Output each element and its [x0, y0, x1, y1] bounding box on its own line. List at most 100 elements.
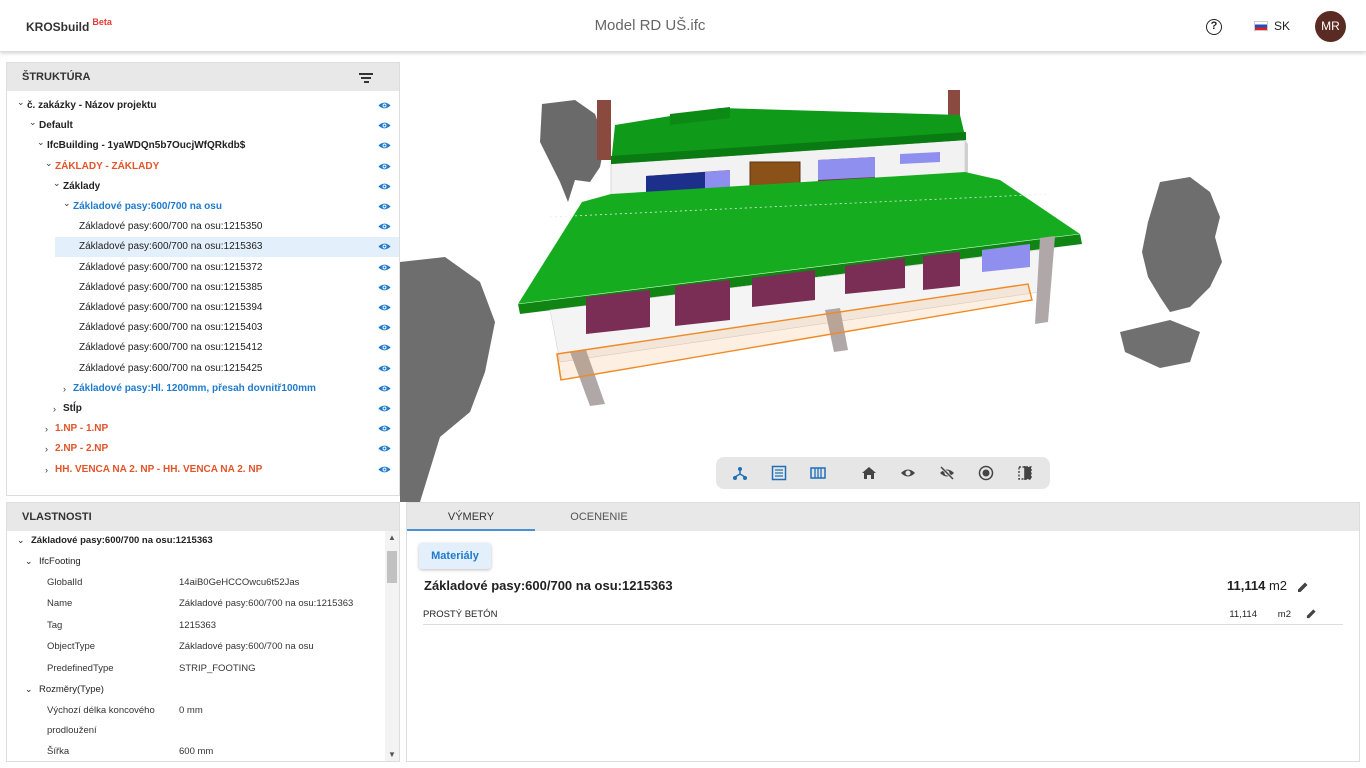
- tree-row[interactable]: Základové pasy:600/700 na osu:1215425: [7, 359, 399, 379]
- tree-item-label: 2.NP - 2.NP: [55, 443, 109, 455]
- user-avatar[interactable]: MR: [1315, 11, 1346, 42]
- tree-row[interactable]: › Základové pasy:Hl. 1200mm, přesah dovni…: [7, 379, 399, 399]
- visibility-eye-icon[interactable]: [378, 465, 391, 474]
- visibility-eye-icon[interactable]: [378, 424, 391, 433]
- tree-row[interactable]: Základové pasy:600/700 na osu:1215372: [7, 258, 399, 278]
- tree-row[interactable]: Základové pasy:600/700 na osu:1215403: [7, 318, 399, 338]
- list-icon[interactable]: [771, 465, 787, 481]
- visibility-eye-icon[interactable]: [378, 101, 391, 110]
- tree-item-label: Základové pasy:600/700 na osu:1215394: [79, 302, 263, 313]
- visibility-eye-icon[interactable]: [378, 303, 391, 312]
- eye-off-icon[interactable]: [939, 465, 955, 481]
- tree-row[interactable]: Základové pasy:600/700 na osu:1215394: [7, 298, 399, 318]
- visibility-eye-icon[interactable]: [378, 202, 391, 211]
- building-3d-model[interactable]: [400, 52, 1366, 502]
- tree-row[interactable]: › 2.NP - 2.NP: [7, 439, 399, 459]
- property-value: 0 mm: [179, 705, 203, 716]
- element-title: Základové pasy:600/700 na osu:1215363: [424, 578, 673, 593]
- quantities-panel: VÝMERY OCENENIE Materiály Základové pasy…: [406, 502, 1360, 762]
- tree-row[interactable]: ⌄ č. zakázky - Názov projektu: [7, 96, 399, 116]
- visibility-eye-icon[interactable]: [378, 404, 391, 413]
- slovakia-flag-icon: [1254, 21, 1268, 31]
- tree-row[interactable]: Základové pasy:600/700 na osu:1215385: [7, 278, 399, 298]
- visibility-eye-icon[interactable]: [378, 242, 391, 251]
- language-switch[interactable]: SK: [1254, 19, 1290, 33]
- tree-row[interactable]: ⌄ ZÁKLADY - ZÁKLADY: [7, 157, 399, 177]
- visibility-eye-icon[interactable]: [378, 222, 391, 231]
- tree-row[interactable]: Základové pasy:600/700 na osu:1215412: [7, 338, 399, 358]
- visibility-eye-icon[interactable]: [378, 182, 391, 191]
- chevron-down-icon[interactable]: ⌄: [25, 556, 33, 567]
- model-viewport[interactable]: [400, 52, 1366, 502]
- edit-icon[interactable]: [1297, 581, 1309, 593]
- property-value: Základové pasy:600/700 na osu:1215363: [179, 598, 354, 609]
- chevron-down-icon[interactable]: ⌄: [17, 92, 25, 112]
- tab-vymery[interactable]: VÝMERY: [407, 503, 535, 531]
- tree-row[interactable]: ⌄ IfcBuilding - 1yaWDQn5b7OucjWfQRkdb$: [7, 136, 399, 156]
- total-value: 11,114: [1226, 578, 1266, 593]
- quantities-tabs: VÝMERY OCENENIE: [407, 503, 1359, 531]
- tree-item-label: Základové pasy:600/700 na osu:1215350: [79, 221, 263, 233]
- property-key: Výchozí délka koncového: [47, 705, 155, 716]
- visibility-eye-icon[interactable]: [378, 162, 391, 171]
- chevron-right-icon[interactable]: ›: [45, 419, 53, 439]
- tree-item-label: IfcBuilding - 1yaWDQn5b7OucjWfQRkdb$: [47, 140, 246, 152]
- record-icon[interactable]: [978, 465, 994, 481]
- property-key: PredefinedType: [47, 663, 114, 674]
- visibility-eye-icon[interactable]: [378, 343, 391, 352]
- property-value: Základové pasy:600/700 na osu: [179, 641, 314, 652]
- chevron-down-icon[interactable]: ⌄: [17, 535, 25, 546]
- help-icon[interactable]: ?: [1206, 19, 1222, 35]
- tab-ocenenie[interactable]: OCENENIE: [535, 503, 663, 531]
- property-value: 14aiB0GeHCCOwcu6t52Jas: [179, 577, 300, 588]
- eye-icon[interactable]: [900, 465, 916, 481]
- chevron-down-icon[interactable]: ⌄: [25, 684, 33, 695]
- chevron-right-icon[interactable]: ›: [45, 439, 53, 459]
- chevron-down-icon[interactable]: ⌄: [29, 112, 37, 132]
- visibility-eye-icon[interactable]: [378, 283, 391, 292]
- property-key: Name: [47, 598, 73, 609]
- chevron-down-icon[interactable]: ⌄: [53, 173, 61, 193]
- visibility-eye-icon[interactable]: [378, 323, 391, 332]
- tree-item-label: Základové pasy:Hl. 1200mm, přesah dovnit…: [73, 382, 316, 394]
- filter-icon[interactable]: [359, 73, 373, 83]
- scroll-down-icon[interactable]: ▼: [388, 750, 396, 759]
- visibility-eye-icon[interactable]: [378, 263, 391, 272]
- chevron-right-icon[interactable]: ›: [63, 379, 71, 399]
- chevron-down-icon[interactable]: ⌄: [45, 153, 53, 173]
- home-icon[interactable]: [861, 465, 877, 481]
- tree-row[interactable]: ⌄ Default: [7, 116, 399, 136]
- chevron-down-icon[interactable]: ⌄: [37, 132, 45, 152]
- tree-icon[interactable]: [732, 465, 748, 481]
- material-name: PROSTÝ BETÓN: [423, 609, 498, 620]
- tree-row[interactable]: › 1.NP - 1.NP: [7, 419, 399, 439]
- tree-row[interactable]: › HH. VENCA NA 2. NP - HH. VENCA NA 2. NP: [7, 460, 399, 480]
- visibility-eye-icon[interactable]: [378, 141, 391, 150]
- structure-title: ŠTRUKTÚRA: [22, 71, 91, 83]
- edit-icon[interactable]: [1306, 608, 1317, 619]
- tree-row[interactable]: › Stĺp: [7, 399, 399, 419]
- table-icon[interactable]: [810, 465, 826, 481]
- tree-row[interactable]: Základové pasy:600/700 na osu:1215363: [55, 237, 399, 258]
- tree-item-label: Základové pasy:600/700 na osu:1215372: [79, 261, 263, 273]
- visibility-eye-icon[interactable]: [378, 384, 391, 393]
- properties-scrollbar[interactable]: ▲ ▼: [385, 531, 399, 761]
- chevron-down-icon[interactable]: ⌄: [63, 193, 71, 213]
- property-value: 600 mm: [179, 746, 214, 757]
- chevron-right-icon[interactable]: ›: [53, 399, 61, 419]
- chevron-right-icon[interactable]: ›: [45, 460, 53, 480]
- visibility-eye-icon[interactable]: [378, 121, 391, 130]
- scrollbar-thumb[interactable]: [387, 551, 397, 583]
- visibility-eye-icon[interactable]: [378, 444, 391, 453]
- element-total: 11,114 m2: [1227, 578, 1287, 593]
- split-view-icon[interactable]: [1017, 465, 1033, 481]
- properties-panel: VLASTNOSTI ⌄ Základové pasy:600/700 na o…: [6, 502, 400, 762]
- materials-button[interactable]: Materiály: [419, 543, 491, 569]
- property-value: STRIP_FOOTING: [179, 663, 256, 674]
- scroll-up-icon[interactable]: ▲: [388, 533, 396, 542]
- material-row[interactable]: PROSTÝ BETÓN 11,114 m2: [423, 603, 1343, 625]
- tree-row[interactable]: ⌄ Základové pasy:600/700 na osu: [7, 197, 399, 217]
- tree-item-label: Základové pasy:600/700 na osu:1215363: [79, 241, 263, 253]
- visibility-eye-icon[interactable]: [378, 364, 391, 373]
- tree-row[interactable]: Základové pasy:600/700 na osu:1215350: [7, 217, 399, 237]
